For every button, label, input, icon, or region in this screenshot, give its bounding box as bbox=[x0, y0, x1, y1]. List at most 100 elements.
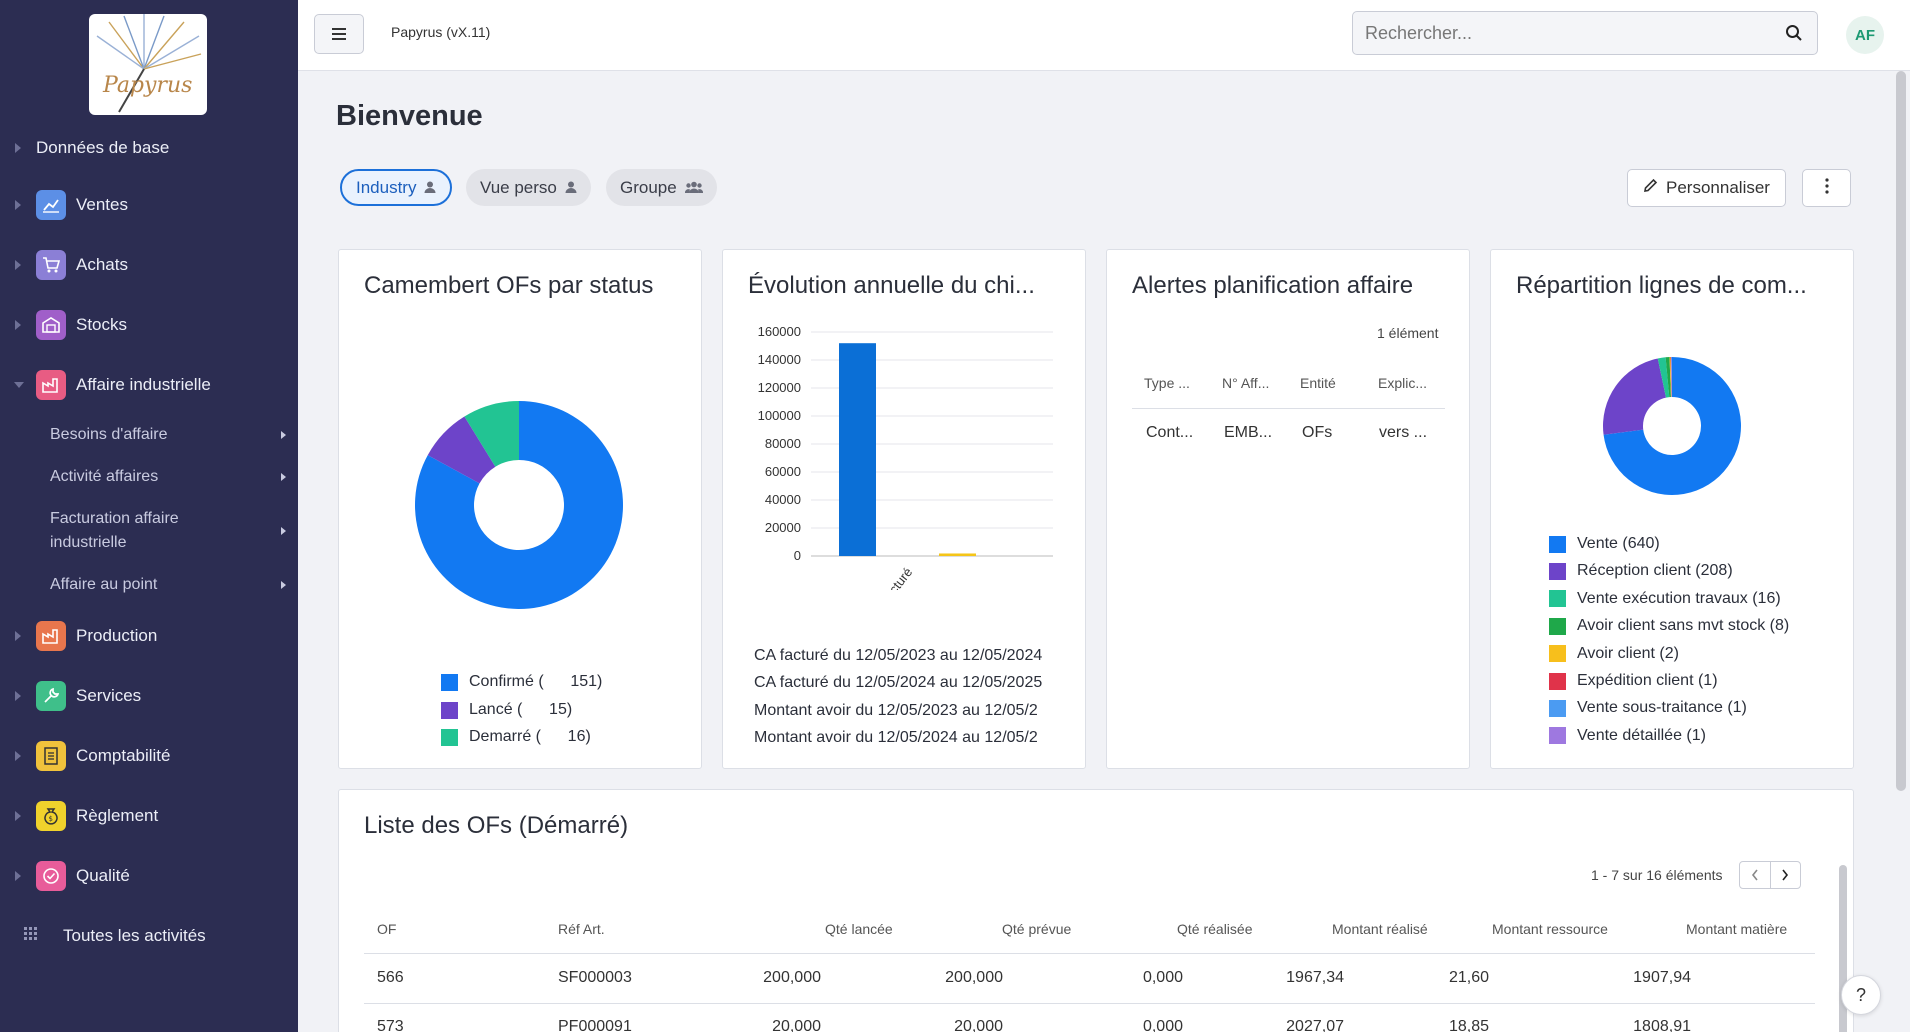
column-header[interactable]: Qté lancée bbox=[825, 921, 893, 937]
vertical-dots-icon bbox=[1824, 177, 1829, 199]
search-input[interactable] bbox=[1365, 23, 1765, 44]
sidebar-item-affaire-industrielle[interactable]: Affaire industrielle bbox=[0, 363, 298, 407]
sidebar-subitem-activite-affaires[interactable]: Activité affaires bbox=[50, 465, 286, 489]
legend-item[interactable]: Vente (640) bbox=[1549, 535, 1660, 553]
hamburger-icon bbox=[332, 33, 346, 35]
table-cell[interactable]: 200,000 bbox=[921, 969, 1003, 987]
column-header[interactable]: Qté réalisée bbox=[1177, 921, 1252, 937]
sidebar-item-production[interactable]: Production bbox=[0, 614, 298, 658]
divider bbox=[364, 953, 1815, 954]
grid-icon bbox=[24, 926, 38, 946]
column-header[interactable]: Qté prévue bbox=[1002, 921, 1071, 937]
table-cell[interactable]: 20,000 bbox=[921, 1018, 1003, 1032]
sidebar-item-toutes-les-activites[interactable]: Toutes les activités bbox=[0, 914, 298, 958]
column-header[interactable]: Type ... bbox=[1144, 375, 1190, 391]
page-scrollbar[interactable] bbox=[1896, 71, 1906, 791]
card-title: Alertes planification affaire bbox=[1132, 272, 1414, 299]
chevron-right-icon bbox=[281, 581, 286, 589]
search-box[interactable] bbox=[1352, 11, 1818, 55]
table-cell[interactable]: SF000003 bbox=[558, 969, 632, 987]
bar-series-0[interactable] bbox=[839, 343, 876, 556]
check-badge-icon bbox=[36, 861, 66, 891]
sidebar-item-stocks[interactable]: Stocks bbox=[0, 303, 298, 347]
legend-label: Vente (640) bbox=[1577, 535, 1660, 552]
chevron-right-icon bbox=[281, 527, 286, 535]
svg-text:$: $ bbox=[49, 815, 53, 823]
pie-chart-repartition bbox=[1603, 357, 1741, 495]
sidebar-item-label: Achats bbox=[76, 255, 128, 274]
table-cell[interactable]: OFs bbox=[1302, 424, 1332, 442]
table-cell[interactable]: 1907,94 bbox=[1609, 969, 1691, 987]
legend-item[interactable]: Lancé ( 15) bbox=[441, 701, 572, 719]
sidebar-item-label: Ventes bbox=[76, 195, 128, 214]
sidebar: Papyrus Données de base Ventes Achats St… bbox=[0, 0, 298, 1032]
more-options-button[interactable] bbox=[1802, 169, 1851, 207]
legend-item[interactable]: Réception client (208) bbox=[1549, 562, 1733, 580]
table-cell[interactable]: 20,000 bbox=[739, 1018, 821, 1032]
column-header[interactable]: Montant ressource bbox=[1492, 921, 1608, 937]
legend-item[interactable]: Avoir client (2) bbox=[1549, 645, 1679, 663]
legend-item[interactable]: Vente sous-traitance (1) bbox=[1549, 699, 1747, 717]
menu-toggle-button[interactable] bbox=[314, 14, 364, 54]
card-evolution-ca: Évolution annuelle du chi... 0 20000 40000… bbox=[722, 249, 1086, 769]
sidebar-item-comptabilite[interactable]: Comptabilité bbox=[0, 734, 298, 778]
legend-item[interactable]: Vente exécution travaux (16) bbox=[1549, 590, 1781, 608]
sidebar-subitem-facturation-affaire[interactable]: Facturation affaire industrielle bbox=[50, 507, 286, 555]
table-cell[interactable]: 0,000 bbox=[1101, 969, 1183, 987]
table-cell[interactable]: 573 bbox=[377, 1018, 404, 1032]
table-cell[interactable]: 21,60 bbox=[1427, 969, 1489, 987]
legend-label: Expédition client (1) bbox=[1577, 672, 1718, 689]
sidebar-item-label: Production bbox=[76, 626, 158, 645]
legend-item[interactable]: Confirmé ( 151) bbox=[441, 673, 602, 691]
question-mark-icon: ? bbox=[1855, 984, 1866, 1005]
legend-item[interactable]: Vente détaillée (1) bbox=[1549, 727, 1706, 745]
table-cell[interactable]: Cont... bbox=[1146, 424, 1193, 442]
column-header[interactable]: N° Aff... bbox=[1222, 375, 1269, 391]
chevron-right-icon bbox=[281, 473, 286, 481]
tab-industry[interactable]: Industry bbox=[340, 169, 453, 206]
sidebar-item-ventes[interactable]: Ventes bbox=[0, 183, 298, 227]
customize-button[interactable]: Personnaliser bbox=[1627, 169, 1786, 207]
legend-item[interactable]: Demarré ( 16) bbox=[441, 728, 591, 746]
tab-groupe[interactable]: Groupe bbox=[606, 169, 717, 206]
chevron-right-icon bbox=[281, 431, 286, 439]
table-cell[interactable]: 2027,07 bbox=[1262, 1018, 1344, 1032]
tab-label: Vue perso bbox=[480, 177, 557, 197]
sidebar-item-donnees-de-base[interactable]: Données de base bbox=[0, 126, 298, 170]
pie-slice-r-ception-client[interactable] bbox=[1603, 358, 1667, 435]
tab-vue-perso[interactable]: Vue perso bbox=[466, 169, 591, 206]
chevron-right-icon[interactable] bbox=[1771, 862, 1801, 888]
column-header[interactable]: OF bbox=[377, 921, 396, 937]
cart-icon bbox=[36, 250, 66, 280]
sidebar-subitem-besoins-affaire[interactable]: Besoins d'affaire bbox=[50, 423, 286, 447]
sidebar-item-reglement[interactable]: $ Règlement bbox=[0, 794, 298, 838]
papyrus-logo[interactable]: Papyrus bbox=[89, 14, 207, 115]
table-cell[interactable]: 566 bbox=[377, 969, 404, 987]
search-icon[interactable] bbox=[1785, 24, 1803, 47]
table-cell[interactable]: 1808,91 bbox=[1609, 1018, 1691, 1032]
sidebar-item-achats[interactable]: Achats bbox=[0, 243, 298, 287]
y-tick-label: 100000 bbox=[758, 408, 801, 423]
table-cell[interactable]: 0,000 bbox=[1101, 1018, 1183, 1032]
column-header[interactable]: Réf Art. bbox=[558, 921, 605, 937]
table-cell[interactable]: vers ... bbox=[1379, 424, 1427, 442]
user-avatar[interactable]: AF bbox=[1846, 16, 1884, 54]
column-header[interactable]: Explic... bbox=[1378, 375, 1427, 391]
table-cell[interactable]: EMB... bbox=[1224, 424, 1272, 442]
legend-label: Vente exécution travaux (16) bbox=[1577, 589, 1781, 607]
table-cell[interactable]: 1967,34 bbox=[1262, 969, 1344, 987]
column-header[interactable]: Montant réalisé bbox=[1332, 921, 1428, 937]
table-cell[interactable]: 200,000 bbox=[739, 969, 821, 987]
bar-series-1[interactable] bbox=[939, 553, 976, 556]
sidebar-subitem-affaire-au-point[interactable]: Affaire au point bbox=[50, 573, 286, 597]
sidebar-item-services[interactable]: Services bbox=[0, 674, 298, 718]
chevron-left-icon[interactable] bbox=[1740, 862, 1771, 888]
column-header[interactable]: Montant matière bbox=[1686, 921, 1787, 937]
help-button[interactable]: ? bbox=[1841, 975, 1881, 1015]
table-cell[interactable]: 18,85 bbox=[1427, 1018, 1489, 1032]
table-cell[interactable]: PF000091 bbox=[558, 1018, 632, 1032]
legend-item[interactable]: Avoir client sans mvt stock (8) bbox=[1549, 617, 1789, 635]
legend-item[interactable]: Expédition client (1) bbox=[1549, 672, 1718, 690]
sidebar-item-qualite[interactable]: Qualité bbox=[0, 854, 298, 898]
column-header[interactable]: Entité bbox=[1300, 375, 1336, 391]
